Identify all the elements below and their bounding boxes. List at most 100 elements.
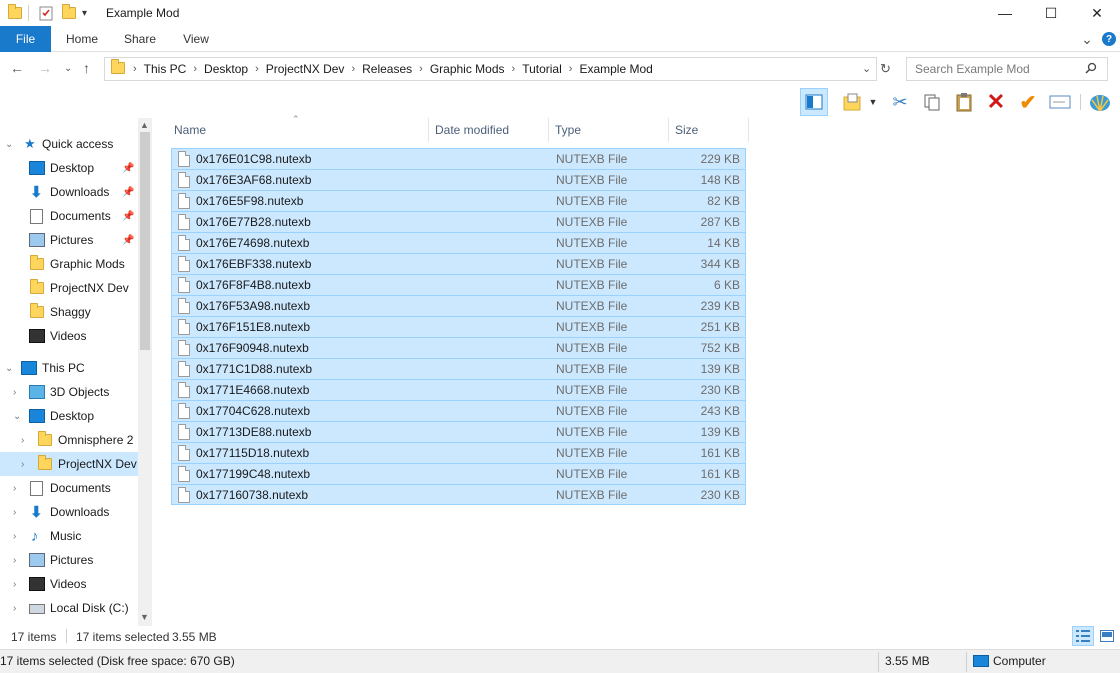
nav-item-local-disk[interactable]: › Local Disk (C:) (0, 596, 138, 620)
nav-item-music[interactable]: › ♪ Music (0, 524, 138, 548)
search-input[interactable] (906, 57, 1108, 81)
nav-item-omnisphere-2[interactable]: › Omnisphere 2 (0, 428, 138, 452)
chevron-right-icon[interactable]: › (13, 483, 16, 494)
nav-item-documents-pc[interactable]: › Documents (0, 476, 138, 500)
nav-item-videos[interactable]: Videos (0, 324, 138, 348)
search-icon[interactable] (1085, 62, 1097, 77)
chevron-right-icon[interactable]: › (13, 507, 16, 518)
column-header-type[interactable]: Type (549, 118, 669, 142)
up-arrow-icon[interactable]: ↑ (83, 60, 90, 76)
tab-view[interactable]: View (172, 26, 220, 52)
table-row[interactable]: 0x176F8F4B8.nutexb NUTEXB File 6 KB (171, 274, 746, 295)
details-view-icon[interactable] (1072, 626, 1094, 646)
chevron-down-icon[interactable]: ⌄ (5, 139, 13, 150)
dropdown-arrow-icon[interactable]: ▼ (866, 88, 880, 116)
table-row[interactable]: 0x176F151E8.nutexb NUTEXB File 251 KB (171, 316, 746, 337)
table-row[interactable]: 0x176E74698.nutexb NUTEXB File 14 KB (171, 232, 746, 253)
nav-item-videos-pc[interactable]: › Videos (0, 572, 138, 596)
table-row[interactable]: 0x176E5F98.nutexb NUTEXB File 82 KB (171, 190, 746, 211)
rename-icon[interactable] (1046, 88, 1074, 116)
column-header-date-modified[interactable]: Date modified (429, 118, 549, 142)
refresh-icon[interactable]: ↻ (880, 61, 891, 77)
breadcrumb-tutorial[interactable]: Tutorial (522, 62, 562, 76)
pin-icon[interactable]: 📌 (122, 211, 134, 222)
close-button[interactable]: ✕ (1074, 0, 1120, 26)
breadcrumb-projectnx-dev[interactable]: ProjectNX Dev (266, 62, 345, 76)
table-row[interactable]: 0x176EBF338.nutexb NUTEXB File 344 KB (171, 253, 746, 274)
paste-icon[interactable] (950, 88, 978, 116)
table-row[interactable]: 0x17704C628.nutexb NUTEXB File 243 KB (171, 400, 746, 421)
breadcrumb-releases[interactable]: Releases (362, 62, 412, 76)
forward-arrow-icon[interactable]: → (38, 60, 52, 76)
cut-icon[interactable]: ✂ (886, 88, 914, 116)
address-bar[interactable]: › This PC › Desktop › ProjectNX Dev › Re… (104, 57, 877, 81)
table-row[interactable]: 0x1771E4668.nutexb NUTEXB File 230 KB (171, 379, 746, 400)
breadcrumb-example-mod[interactable]: Example Mod (579, 62, 652, 76)
nav-item-graphic-mods[interactable]: Graphic Mods (0, 252, 138, 276)
chevron-right-icon[interactable]: › (21, 459, 24, 470)
breadcrumb-this-pc[interactable]: This PC (144, 62, 187, 76)
nav-item-pictures-pc[interactable]: › Pictures (0, 548, 138, 572)
scroll-up-icon[interactable]: ▲ (140, 120, 149, 130)
tab-file[interactable]: File (0, 26, 51, 52)
chevron-down-icon[interactable]: ⌄ (13, 411, 21, 422)
nav-quick-access[interactable]: ⌄ ★ Quick access (0, 132, 138, 156)
nav-item-projectnx-dev-pc[interactable]: › ProjectNX Dev (0, 452, 138, 476)
chevron-right-icon[interactable]: › (13, 603, 16, 614)
preview-pane-icon[interactable] (800, 88, 828, 116)
pin-icon[interactable]: 📌 (122, 187, 134, 198)
breadcrumb-graphic-mods[interactable]: Graphic Mods (430, 62, 505, 76)
properties-icon[interactable] (838, 88, 866, 116)
chevron-right-icon[interactable]: › (13, 531, 16, 542)
table-row[interactable]: 0x1771C1D88.nutexb NUTEXB File 139 KB (171, 358, 746, 379)
pin-icon[interactable]: 📌 (122, 235, 134, 246)
table-row[interactable]: 0x176F53A98.nutexb NUTEXB File 239 KB (171, 295, 746, 316)
nav-this-pc[interactable]: ⌄ This PC (0, 356, 138, 380)
column-header-name[interactable]: Name ⌃ (168, 114, 429, 142)
table-row[interactable]: 0x176E3AF68.nutexb NUTEXB File 148 KB (171, 169, 746, 190)
chevron-right-icon[interactable]: › (21, 435, 24, 446)
chevron-right-icon[interactable]: › (13, 555, 16, 566)
properties-icon[interactable] (38, 4, 54, 22)
nav-item-pictures[interactable]: Pictures 📌 (0, 228, 138, 252)
table-row[interactable]: 0x177115D18.nutexb NUTEXB File 161 KB (171, 442, 746, 463)
recent-locations-icon[interactable]: ⌄ (64, 63, 72, 74)
customize-toolbar-icon[interactable]: ▾ (82, 4, 87, 22)
table-row[interactable]: 0x177199C48.nutexb NUTEXB File 161 KB (171, 463, 746, 484)
minimize-button[interactable]: — (982, 0, 1028, 26)
copy-icon[interactable] (918, 88, 946, 116)
nav-item-shaggy[interactable]: Shaggy (0, 300, 138, 324)
nav-item-3d-objects[interactable]: › 3D Objects (0, 380, 138, 404)
scroll-down-icon[interactable]: ▼ (140, 612, 149, 622)
breadcrumb-desktop[interactable]: Desktop (204, 62, 248, 76)
table-row[interactable]: 0x176E77B28.nutexb NUTEXB File 287 KB (171, 211, 746, 232)
nav-item-desktop[interactable]: Desktop 📌 (0, 156, 138, 180)
chevron-right-icon[interactable]: › (13, 579, 16, 590)
delete-icon[interactable]: ✕ (982, 88, 1010, 116)
maximize-button[interactable]: ☐ (1028, 0, 1074, 26)
large-icons-view-icon[interactable] (1096, 626, 1118, 646)
nav-item-downloads[interactable]: ⬇ Downloads 📌 (0, 180, 138, 204)
shell-icon[interactable] (1086, 88, 1114, 116)
column-header-size[interactable]: Size (669, 118, 749, 142)
nav-item-projectnx-dev[interactable]: ProjectNX Dev (0, 276, 138, 300)
nav-item-desktop-pc[interactable]: ⌄ Desktop (0, 404, 138, 428)
nav-scrollbar-thumb[interactable] (140, 132, 150, 350)
ribbon-collapse-icon[interactable]: ⌄ (1078, 26, 1096, 52)
nav-item-downloads-pc[interactable]: › ⬇ Downloads (0, 500, 138, 524)
tab-home[interactable]: Home (56, 26, 108, 52)
chevron-down-icon[interactable]: ⌄ (5, 363, 13, 374)
pin-icon[interactable]: 📌 (122, 163, 134, 174)
table-row[interactable]: 0x176F90948.nutexb NUTEXB File 752 KB (171, 337, 746, 358)
chevron-right-icon[interactable]: › (13, 387, 16, 398)
help-icon[interactable]: ? (1102, 32, 1116, 46)
table-row[interactable]: 0x17713DE88.nutexb NUTEXB File 139 KB (171, 421, 746, 442)
table-row[interactable]: 0x176E01C98.nutexb NUTEXB File 229 KB (171, 148, 746, 169)
back-arrow-icon[interactable]: ← (10, 60, 24, 76)
tab-share[interactable]: Share (114, 26, 166, 52)
checkmark-icon[interactable]: ✔ (1014, 88, 1042, 116)
new-folder-icon[interactable] (62, 4, 76, 22)
address-dropdown-icon[interactable]: ⌄ (862, 62, 871, 75)
nav-item-documents[interactable]: Documents 📌 (0, 204, 138, 228)
table-row[interactable]: 0x177160738.nutexb NUTEXB File 230 KB (171, 484, 746, 505)
